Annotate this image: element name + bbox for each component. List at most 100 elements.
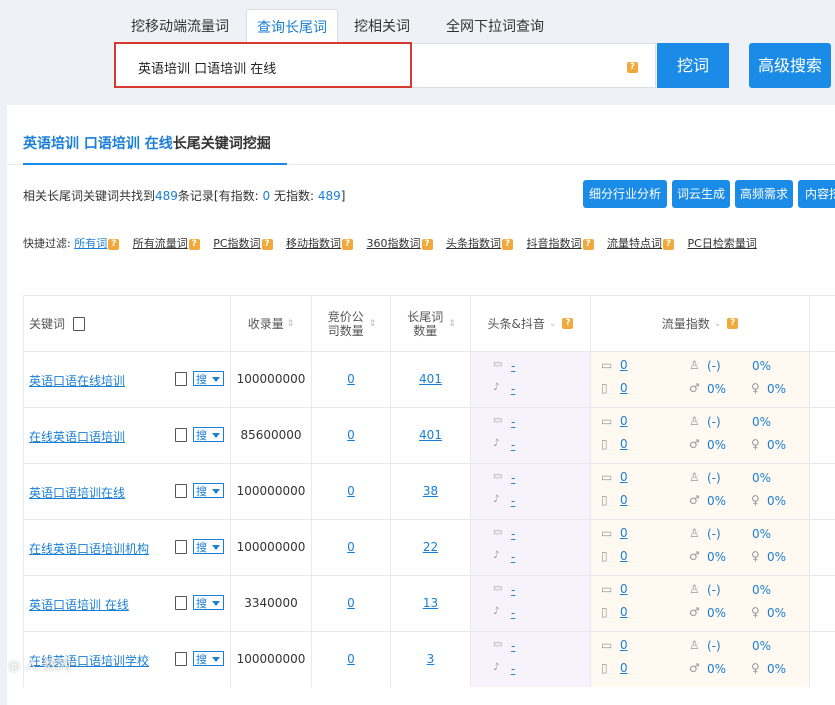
help-icon[interactable]: ? bbox=[188, 238, 200, 250]
filter-all[interactable]: 所有词 bbox=[74, 237, 107, 250]
toutiao-value[interactable]: - bbox=[511, 471, 515, 485]
toutiao-value[interactable]: - bbox=[511, 415, 515, 429]
mobile-value[interactable]: 0 bbox=[620, 549, 628, 563]
toutiao-value[interactable]: - bbox=[511, 583, 515, 597]
pc-value[interactable]: 0 bbox=[620, 414, 628, 428]
tab-longtail[interactable]: 查询长尾词 bbox=[246, 9, 338, 44]
filter-360-index[interactable]: 360指数词 bbox=[367, 237, 421, 250]
pc-value[interactable]: 0 bbox=[620, 582, 628, 596]
search-dropdown[interactable]: 搜 bbox=[193, 371, 224, 386]
mobile-value[interactable]: 0 bbox=[620, 605, 628, 619]
pc-value[interactable]: 0 bbox=[620, 638, 628, 652]
mobile-value[interactable]: 0 bbox=[620, 493, 628, 507]
help-icon[interactable]: ? bbox=[108, 238, 120, 250]
douyin-value[interactable]: - bbox=[511, 662, 515, 676]
help-icon[interactable]: ? bbox=[421, 238, 433, 250]
dig-button[interactable]: 挖词 bbox=[657, 43, 729, 88]
header-index-count[interactable]: 收录量 ⇕ bbox=[231, 295, 312, 351]
cell-traffic: ▭ 0 ▯ 0 ♙ (-) ♂ 0% 0% ♀ 0% bbox=[591, 632, 810, 687]
tab-mobile-traffic[interactable]: 挖移动端流量词 bbox=[120, 9, 240, 43]
tab-related[interactable]: 挖相关词 bbox=[342, 9, 422, 43]
douyin-value[interactable]: - bbox=[511, 494, 515, 508]
bid-link[interactable]: 0 bbox=[347, 428, 355, 442]
copy-icon[interactable] bbox=[175, 484, 187, 498]
filter-pc-index[interactable]: PC指数词 bbox=[213, 237, 260, 250]
tab-dropdown-words[interactable]: 全网下拉词查询 bbox=[430, 9, 560, 43]
high-freq-button[interactable]: 高频需求 bbox=[735, 180, 793, 208]
bid-link[interactable]: 0 bbox=[347, 484, 355, 498]
help-icon[interactable]: ? bbox=[562, 318, 574, 329]
search-dropdown[interactable]: 搜 bbox=[193, 539, 224, 554]
help-icon[interactable]: ? bbox=[727, 318, 739, 329]
header-longtail[interactable]: 长尾词数量 ⇕ bbox=[391, 295, 471, 351]
bid-link[interactable]: 0 bbox=[347, 596, 355, 610]
chevron-down-icon[interactable]: ⌄ bbox=[714, 319, 722, 329]
toutiao-value[interactable]: - bbox=[511, 359, 515, 373]
copy-icon[interactable] bbox=[175, 596, 187, 610]
pc-value[interactable]: 0 bbox=[620, 358, 628, 372]
douyin-value[interactable]: - bbox=[511, 550, 515, 564]
header-longtail-label: 长尾词数量 bbox=[407, 309, 444, 338]
help-icon[interactable]: ? bbox=[261, 238, 273, 250]
toutiao-value[interactable]: - bbox=[511, 639, 515, 653]
longtail-link[interactable]: 22 bbox=[423, 540, 438, 554]
male-pct: 0% bbox=[707, 550, 727, 564]
mobile-value[interactable]: 0 bbox=[620, 381, 628, 395]
toutiao-icon: ▭ bbox=[493, 527, 503, 538]
douyin-value[interactable]: - bbox=[511, 606, 515, 620]
filter-toutiao-index[interactable]: 头条指数词 bbox=[446, 237, 501, 250]
search-dropdown[interactable]: 搜 bbox=[193, 483, 224, 498]
pc-value[interactable]: 0 bbox=[620, 526, 628, 540]
sort-icon[interactable]: ⇕ bbox=[448, 319, 456, 329]
help-icon[interactable]: ? bbox=[663, 238, 675, 250]
bid-link[interactable]: 0 bbox=[347, 652, 355, 666]
longtail-link[interactable]: 401 bbox=[419, 372, 442, 386]
copy-icon[interactable] bbox=[175, 372, 187, 386]
header-toutiao[interactable]: 头条&抖音 ⌄? bbox=[471, 295, 591, 351]
search-dropdown[interactable]: 搜 bbox=[193, 651, 224, 666]
keyword-link[interactable]: 在线英语口语培训机构 bbox=[29, 540, 149, 557]
longtail-link[interactable]: 401 bbox=[419, 428, 442, 442]
mobile-value[interactable]: 0 bbox=[620, 661, 628, 675]
douyin-value[interactable]: - bbox=[511, 438, 515, 452]
help-icon[interactable]: ? bbox=[627, 62, 638, 73]
chevron-down-icon[interactable]: ⌄ bbox=[549, 319, 557, 329]
toutiao-value[interactable]: - bbox=[511, 527, 515, 541]
copy-icon[interactable] bbox=[175, 428, 187, 442]
keyword-link[interactable]: 英语口语培训在线 bbox=[29, 484, 125, 501]
content-mining-button[interactable]: 内容挖 bbox=[798, 180, 835, 208]
longtail-link[interactable]: 38 bbox=[423, 484, 438, 498]
header-traffic[interactable]: 流量指数 ⌄? bbox=[591, 295, 810, 351]
filter-pc-daily[interactable]: PC日检索量词 bbox=[688, 237, 757, 250]
filter-mobile-index[interactable]: 移动指数词 bbox=[286, 237, 341, 250]
industry-analysis-button[interactable]: 细分行业分析 bbox=[583, 180, 667, 208]
douyin-value[interactable]: - bbox=[511, 382, 515, 396]
search-dropdown[interactable]: 搜 bbox=[193, 427, 224, 442]
help-icon[interactable]: ? bbox=[582, 238, 594, 250]
douyin-icon: ♪ bbox=[493, 606, 500, 617]
bid-link[interactable]: 0 bbox=[347, 540, 355, 554]
keyword-link[interactable]: 在线英语口语培训 bbox=[29, 428, 125, 445]
pc-value[interactable]: 0 bbox=[620, 470, 628, 484]
filter-douyin-index[interactable]: 抖音指数词 bbox=[527, 237, 582, 250]
help-icon[interactable]: ? bbox=[342, 238, 354, 250]
keyword-link[interactable]: 英语口语在线培训 bbox=[29, 372, 125, 389]
header-bid[interactable]: 竞价公司数量 ⇕ bbox=[312, 295, 391, 351]
copy-icon[interactable] bbox=[175, 652, 187, 666]
pc-icon: ▭ bbox=[601, 526, 613, 540]
sort-icon[interactable]: ⇕ bbox=[287, 319, 295, 329]
bid-link[interactable]: 0 bbox=[347, 372, 355, 386]
sort-icon[interactable]: ⇕ bbox=[369, 319, 377, 329]
wordcloud-button[interactable]: 词云生成 bbox=[672, 180, 730, 208]
filter-traffic-feature[interactable]: 流量特点词 bbox=[607, 237, 662, 250]
keyword-link[interactable]: 英语口语培训 在线 bbox=[29, 596, 129, 613]
mobile-value[interactable]: 0 bbox=[620, 437, 628, 451]
advanced-search-button[interactable]: 高级搜索 bbox=[749, 43, 831, 88]
longtail-link[interactable]: 13 bbox=[423, 596, 438, 610]
filter-all-traffic[interactable]: 所有流量词 bbox=[133, 237, 188, 250]
copy-icon[interactable] bbox=[73, 316, 86, 331]
longtail-link[interactable]: 3 bbox=[427, 652, 435, 666]
search-dropdown[interactable]: 搜 bbox=[193, 595, 224, 610]
copy-icon[interactable] bbox=[175, 540, 187, 554]
help-icon[interactable]: ? bbox=[502, 238, 514, 250]
